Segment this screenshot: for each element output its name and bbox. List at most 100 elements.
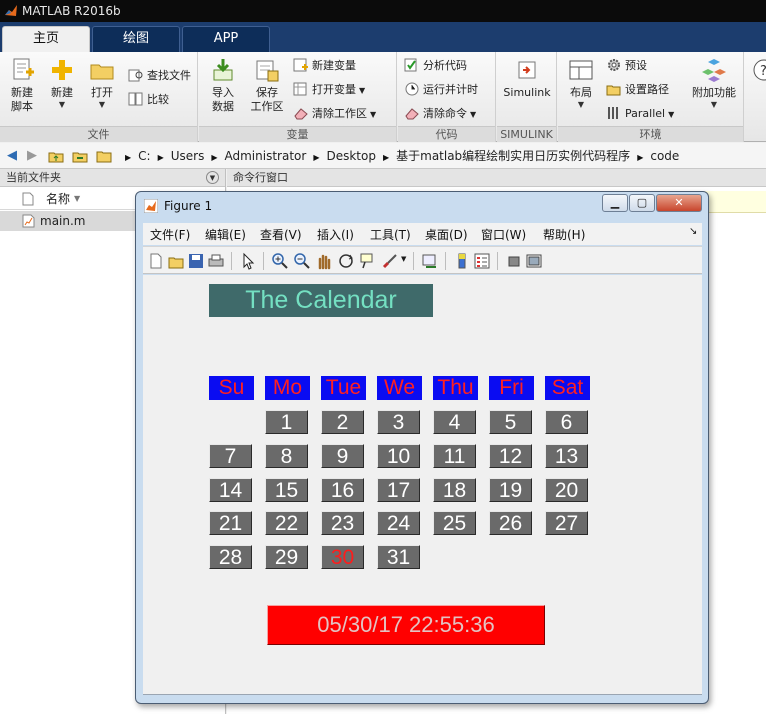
analyze-code-button[interactable]: 分析代码 [404,56,467,76]
forward-arrow-icon[interactable]: ▶ [24,148,40,164]
today-day-button[interactable]: 30 [321,545,364,569]
day-button[interactable]: 14 [209,478,252,502]
run-and-time-button[interactable]: 运行并计时 [404,80,478,100]
rotate-3d-icon[interactable] [337,252,355,270]
day-button[interactable]: 21 [209,511,252,535]
day-button[interactable]: 12 [489,444,532,468]
data-cursor-icon[interactable] [359,252,377,270]
print-icon[interactable] [207,252,225,270]
open-file-icon[interactable] [167,252,185,270]
clear-workspace-button[interactable]: 清除工作区 ▼ [293,104,376,124]
new-script-button[interactable]: 新建 脚本 [4,56,40,114]
day-button[interactable]: 28 [209,545,252,569]
pan-hand-icon[interactable] [315,252,333,270]
menu-edit[interactable]: 编辑(E) [205,226,246,243]
day-button[interactable]: 7 [209,444,252,468]
toolbar-separator [413,252,414,270]
day-button[interactable]: 22 [265,511,308,535]
zoom-in-icon[interactable] [271,252,289,270]
breadcrumb-item[interactable]: Users [171,149,205,163]
day-button[interactable]: 1 [265,410,308,434]
new-variable-button[interactable]: 新建变量 [293,56,356,76]
day-button[interactable]: 8 [265,444,308,468]
up-folder-icon[interactable] [48,148,64,164]
new-figure-icon[interactable] [147,252,165,270]
day-button[interactable]: 25 [433,511,476,535]
day-button[interactable]: 4 [433,410,476,434]
close-button[interactable]: ✕ [656,194,702,212]
find-files-button[interactable]: 查找文件 [128,66,191,86]
menu-insert[interactable]: 插入(I) [317,226,354,243]
day-button[interactable]: 27 [545,511,588,535]
tab-apps[interactable]: APP [182,26,270,52]
day-button[interactable]: 11 [433,444,476,468]
day-button[interactable]: 5 [489,410,532,434]
day-button[interactable]: 29 [265,545,308,569]
chevron-right-icon: ▶ [313,153,320,162]
menu-file[interactable]: 文件(F) [150,226,190,243]
parallel-button[interactable]: Parallel ▼ [606,104,674,124]
pointer-icon[interactable] [239,252,257,270]
day-button[interactable]: 6 [545,410,588,434]
chevron-down-icon[interactable]: ▼ [401,255,406,263]
preferences-button[interactable]: 预设 [606,56,647,76]
day-button[interactable]: 16 [321,478,364,502]
day-button[interactable]: 13 [545,444,588,468]
save-workspace-button[interactable]: 保存 工作区 [247,56,287,114]
day-button[interactable]: 3 [377,410,420,434]
figure-title-bar[interactable]: Figure 1 ▁ ▢ ✕ [136,192,708,218]
browse-folder-icon[interactable] [72,148,88,164]
simulink-button[interactable]: Simulink [500,56,554,100]
day-button[interactable]: 15 [265,478,308,502]
day-button[interactable]: 10 [377,444,420,468]
menu-help[interactable]: 帮助(H) [543,226,585,243]
hide-plot-tools-icon[interactable] [505,252,523,270]
menu-view[interactable]: 查看(V) [260,226,302,243]
legend-icon[interactable] [473,252,491,270]
help-button[interactable]: ? [750,56,766,84]
set-path-button[interactable]: 设置路径 [606,80,669,100]
breadcrumb-item[interactable]: Desktop [326,149,376,163]
maximize-button[interactable]: ▢ [629,194,655,212]
colorbar-icon[interactable] [453,252,471,270]
tab-home[interactable]: 主页 [2,26,90,52]
day-button[interactable]: 2 [321,410,364,434]
save-icon[interactable] [187,252,205,270]
dock-arrow-icon[interactable]: ↘ [689,226,697,237]
menu-tools[interactable]: 工具(T) [370,226,411,243]
panel-actions-icon[interactable]: ▼ [206,171,219,184]
new-button[interactable]: 新建 ▼ [44,56,80,110]
breadcrumb-item[interactable]: Administrator [225,149,307,163]
clear-commands-button[interactable]: 清除命令 ▼ [404,104,476,124]
open-variable-button[interactable]: 打开变量 ▼ [293,80,365,100]
brush-icon[interactable] [381,252,399,270]
chevron-down-icon: ▼ [359,86,366,95]
toolbar-separator [497,252,498,270]
save-workspace-icon [256,60,279,82]
day-button[interactable]: 20 [545,478,588,502]
breadcrumb-item[interactable]: 基于matlab编程绘制实用日历实例代码程序 [396,149,630,163]
day-button[interactable]: 26 [489,511,532,535]
day-button[interactable]: 31 [377,545,420,569]
breadcrumb-item[interactable]: code [650,149,679,163]
zoom-out-icon[interactable] [293,252,311,270]
addons-button[interactable]: 附加功能 ▼ [686,56,742,110]
link-plot-icon[interactable] [421,252,439,270]
day-button[interactable]: 19 [489,478,532,502]
minimize-button[interactable]: ▁ [602,194,628,212]
menu-desktop[interactable]: 桌面(D) [425,226,468,243]
day-button[interactable]: 17 [377,478,420,502]
show-plot-tools-icon[interactable] [525,252,543,270]
back-arrow-icon[interactable]: ◀ [4,148,20,164]
menu-window[interactable]: 窗口(W) [481,226,526,243]
day-button[interactable]: 18 [433,478,476,502]
import-data-button[interactable]: 导入 数据 [203,56,243,114]
tab-plots[interactable]: 绘图 [92,26,180,52]
day-button[interactable]: 9 [321,444,364,468]
open-button[interactable]: 打开 ▼ [84,56,120,110]
day-button[interactable]: 23 [321,511,364,535]
compare-button[interactable]: 比较 [128,90,169,110]
layout-button[interactable]: 布局 ▼ [562,56,600,110]
breadcrumb-item[interactable]: C: [138,149,150,163]
day-button[interactable]: 24 [377,511,420,535]
